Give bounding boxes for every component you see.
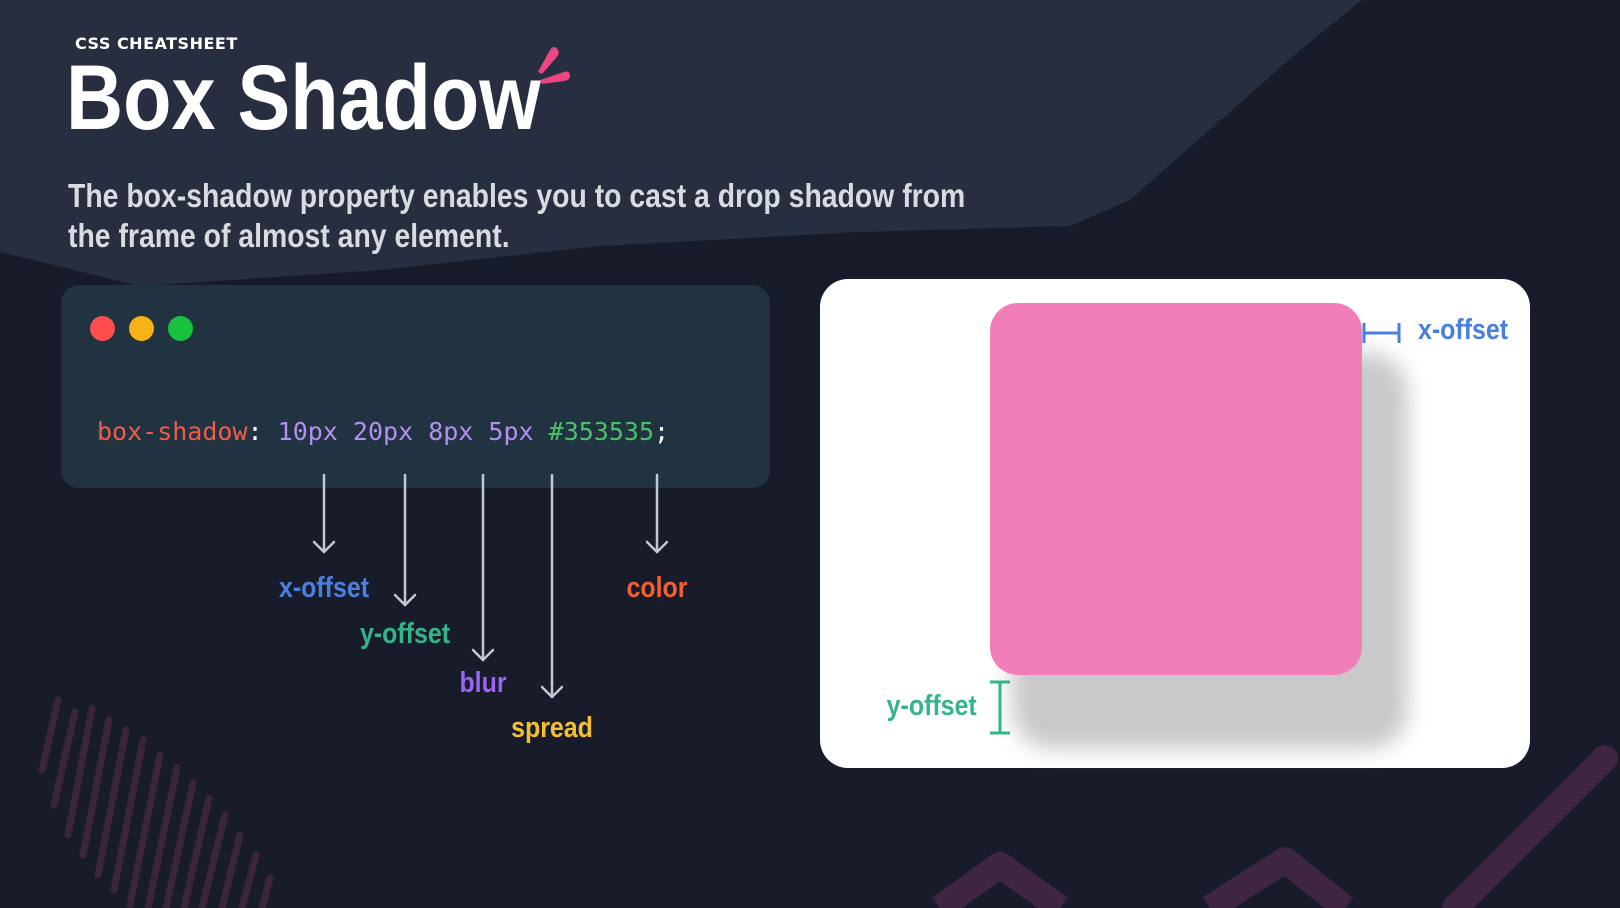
code-property: box-shadow <box>97 417 248 446</box>
demo-x-offset-label: x-offset <box>1418 314 1509 346</box>
code-y-offset: 20px <box>352 417 414 446</box>
code-line: box-shadow: 10px 20px 8px 5px #353535; <box>97 417 669 446</box>
code-blur: 8px <box>428 417 474 446</box>
code-x-offset: 10px <box>277 417 338 446</box>
label-y-offset: y-offset <box>359 618 451 650</box>
sparkle-accent-icon <box>538 47 570 84</box>
label-x-offset: x-offset <box>278 572 370 604</box>
label-color: color <box>626 572 688 604</box>
maximize-dot-icon <box>168 316 193 341</box>
label-blur: blur <box>459 667 507 699</box>
code-spread: 5px <box>488 417 534 446</box>
code-colon: : <box>247 417 263 446</box>
minimize-dot-icon <box>129 316 154 341</box>
page-description: The box-shadow property enables you to c… <box>68 177 966 254</box>
code-semicolon: ; <box>654 417 670 446</box>
y-offset-measure-icon <box>990 680 1010 735</box>
x-offset-measure-icon <box>1362 323 1401 343</box>
page-title: Box Shadow <box>66 47 541 149</box>
close-dot-icon <box>90 316 115 341</box>
label-spread: spread <box>511 712 593 744</box>
demo-y-offset-label: y-offset <box>886 690 977 722</box>
code-color: #353535 <box>548 417 654 446</box>
shadow-demo-card: x-offset y-offset <box>820 279 1530 768</box>
code-window: box-shadow: 10px 20px 8px 5px #353535; <box>61 285 770 488</box>
